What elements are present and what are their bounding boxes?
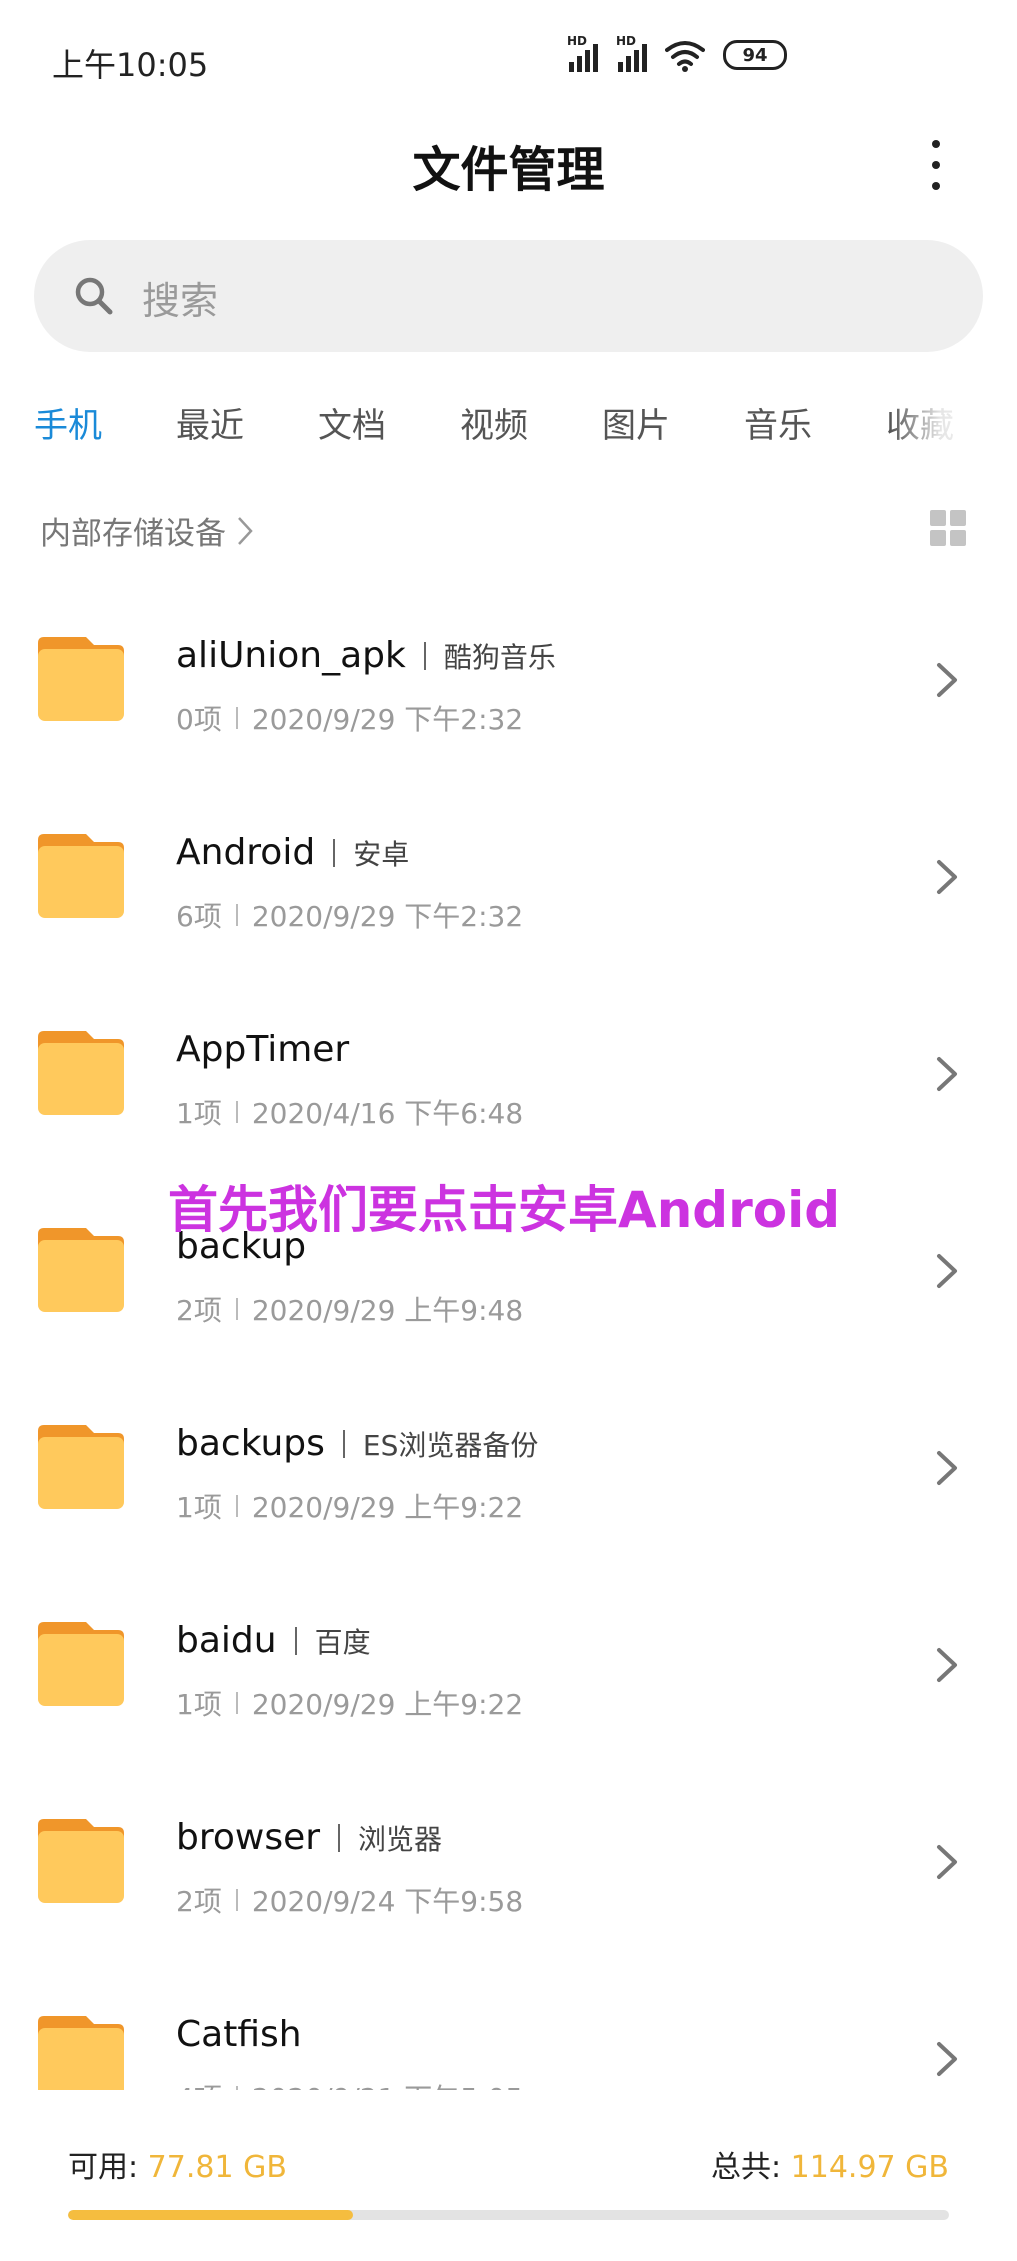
list-item[interactable]: Catfish 4项 2020/9/21 下午5:05 [0,1969,1017,2090]
modified-date: 2020/9/29 下午2:32 [251,703,524,736]
breadcrumb-label: 内部存储设备 [40,516,226,552]
file-name: AppTimer [176,1029,350,1070]
item-count: 6项 [176,900,222,933]
file-name: Catfish [176,2014,302,2055]
storage-total: 总共: 114.97 GB [711,2142,949,2186]
folder-icon [38,2016,124,2090]
folder-icon [38,1228,124,1312]
page-title: 文件管理 [412,142,605,198]
more-options-icon[interactable] [926,140,946,190]
search-icon [75,277,113,315]
item-count: 1项 [176,1688,222,1721]
tutorial-annotation: 首先我们要点击安卓Android [168,1181,841,1239]
status-bar: 上午10:05 HD HD 94 [0,0,1017,120]
file-description: 浏览器 [358,1822,443,1856]
folder-icon [38,1425,124,1509]
cell-signal-icon: HD [567,34,598,72]
chevron-right-icon [937,1648,957,1682]
cell-signal-icon: HD [616,34,647,72]
file-name: backups [176,1423,325,1464]
item-count: 4项 [176,2077,222,2090]
breadcrumb[interactable]: 内部存储设备 [40,508,254,553]
modified-date: 2020/4/16 下午6:48 [251,1097,524,1130]
file-name: Android [176,832,316,873]
item-count: 2项 [176,1885,222,1918]
storage-available: 可用: 77.81 GB [68,2142,287,2186]
available-value: 77.81 GB [147,2150,287,2185]
status-time: 上午10:05 [52,46,209,84]
hd-label: HD [616,34,637,48]
wifi-icon [665,41,705,72]
modified-date: 2020/9/29 上午9:22 [251,1688,524,1721]
file-name: baidu [176,1620,277,1661]
item-count: 2项 [176,1294,222,1327]
battery-level: 94 [742,44,768,66]
modified-date: 2020/9/29 下午2:32 [251,900,524,933]
list-item[interactable]: backups ES浏览器备份 1项 2020/9/29 上午9:22 [0,1378,1017,1575]
chevron-right-icon [937,663,957,697]
chevron-right-icon [937,2042,957,2076]
modified-date: 2020/9/21 下午5:05 [252,2077,523,2090]
file-name: browser [176,1817,321,1858]
list-item[interactable]: aliUnion_apk 酷狗音乐 0项 2020/9/29 下午2:32 [0,590,1017,787]
chevron-right-icon [238,516,253,545]
available-label: 可用: [68,2150,148,2185]
chevron-right-icon [937,1845,957,1879]
file-description: 酷狗音乐 [443,640,556,674]
tab-videos[interactable]: 视频 [460,398,528,447]
folder-icon [38,834,124,918]
chevron-right-icon [937,1451,957,1485]
name-separator [333,838,336,867]
file-description: 百度 [314,1625,371,1659]
tab-images[interactable]: 图片 [602,398,670,447]
battery-icon: 94 [723,40,787,70]
storage-progress-track [68,2210,949,2220]
item-count: 0项 [176,703,222,736]
modified-date: 2020/9/29 上午9:48 [251,1294,524,1327]
item-count: 1项 [176,1097,222,1130]
tab-scroll-fade [890,380,1017,470]
chevron-right-icon [937,1057,957,1091]
hd-label: HD [567,34,588,48]
modified-date: 2020/9/29 上午9:22 [251,1491,524,1524]
folder-icon [38,1031,124,1115]
list-item[interactable]: browser 浏览器 2项 2020/9/24 下午9:58 [0,1772,1017,1969]
name-separator [294,1626,297,1655]
item-count: 1项 [176,1491,222,1524]
storage-footer: 可用: 77.81 GB 总共: 114.97 GB [0,2090,1017,2261]
total-label: 总共: [711,2150,791,2185]
list-item[interactable]: AppTimer 1项 2020/4/16 下午6:48 [0,984,1017,1181]
name-separator [423,641,426,670]
tab-recent[interactable]: 最近 [176,398,244,447]
status-icons: HD HD 94 [567,34,787,72]
file-description: 安卓 [353,837,410,871]
search-input[interactable]: 搜索 [34,240,983,352]
modified-date: 2020/9/24 下午9:58 [251,1885,524,1918]
file-description: ES浏览器备份 [362,1428,539,1462]
chevron-right-icon [937,860,957,894]
file-list: aliUnion_apk 酷狗音乐 0项 2020/9/29 下午2:32 Andr… [0,590,1017,2090]
tab-documents[interactable]: 文档 [318,398,386,447]
chevron-right-icon [937,1254,957,1288]
search-placeholder: 搜索 [142,279,219,323]
folder-icon [38,1622,124,1706]
total-value: 114.97 GB [790,2150,949,2185]
list-item[interactable]: baidu 百度 1项 2020/9/29 上午9:22 [0,1575,1017,1772]
storage-progress-fill [68,2210,353,2220]
tab-phone[interactable]: 手机 [34,398,102,447]
name-separator [338,1823,341,1852]
list-item-android[interactable]: Android 安卓 6项 2020/9/29 下午2:32 [0,787,1017,984]
name-separator [342,1429,345,1458]
tab-music[interactable]: 音乐 [744,398,812,447]
folder-icon [38,637,124,721]
folder-icon [38,1819,124,1903]
file-name: aliUnion_apk [176,635,406,676]
grid-view-icon[interactable] [930,510,966,546]
